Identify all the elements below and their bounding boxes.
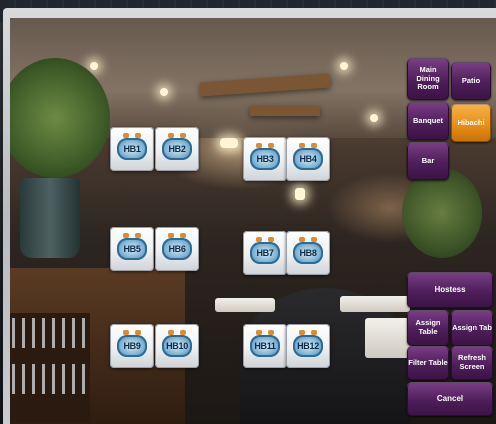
table-hb12-button[interactable]: HB12 xyxy=(286,324,330,368)
table-label: HB4 xyxy=(299,154,317,164)
assign-table-button[interactable]: Assign Table xyxy=(407,310,449,346)
wine-glasses-icon xyxy=(12,318,86,348)
hibachi-table-icon: HB7 xyxy=(250,237,280,264)
ceiling-lamp-icon xyxy=(160,88,168,96)
area-banquet-button[interactable]: Banquet xyxy=(407,102,449,140)
area-patio-button[interactable]: Patio xyxy=(451,62,491,100)
table-hb8-button[interactable]: HB8 xyxy=(286,231,330,275)
ceiling-lamp-icon xyxy=(370,114,378,122)
pendant-lamp-icon xyxy=(295,188,305,200)
table-hb11-button[interactable]: HB11 xyxy=(243,324,287,368)
flower-arrangement-icon xyxy=(402,168,482,258)
table-hb5-button[interactable]: HB5 xyxy=(110,227,154,271)
table-label: HB11 xyxy=(254,341,276,351)
area-main-dining-room-button[interactable]: Main Dining Room xyxy=(407,58,449,100)
hibachi-table-icon: HB1 xyxy=(117,133,147,160)
table-hb2-button[interactable]: HB2 xyxy=(155,127,199,171)
dining-table xyxy=(215,298,275,312)
table-hb6-button[interactable]: HB6 xyxy=(155,227,199,271)
hibachi-table-icon: HB10 xyxy=(162,330,192,357)
table-label: HB7 xyxy=(256,248,274,258)
flower-arrangement-icon xyxy=(10,58,110,178)
table-label: HB10 xyxy=(166,341,188,351)
table-hb9-button[interactable]: HB9 xyxy=(110,324,154,368)
table-label: HB2 xyxy=(168,144,186,154)
hibachi-table-icon: HB6 xyxy=(162,233,192,260)
table-hb10-button[interactable]: HB10 xyxy=(155,324,199,368)
assign-tab-button[interactable]: Assign Tab xyxy=(451,310,493,346)
hibachi-table-icon: HB12 xyxy=(293,330,323,357)
area-bar-button[interactable]: Bar xyxy=(407,142,449,180)
hostess-button[interactable]: Hostess xyxy=(407,272,493,308)
monitor-frame: HB1 HB2 HB3 HB4 HB5 HB6 HB7 HB8 HB9 HB10… xyxy=(0,0,496,424)
hibachi-table-icon: HB11 xyxy=(250,330,280,357)
hibachi-table-icon: HB4 xyxy=(293,143,323,170)
dining-table xyxy=(340,296,410,312)
table-label: HB9 xyxy=(123,341,141,351)
ceiling-lamp-icon xyxy=(340,62,348,70)
table-label: HB3 xyxy=(256,154,274,164)
wine-glasses-icon xyxy=(12,364,86,394)
hibachi-table-icon: HB3 xyxy=(250,143,280,170)
hibachi-table-icon: HB8 xyxy=(293,237,323,264)
refresh-screen-button[interactable]: Refresh Screen xyxy=(451,346,493,380)
table-label: HB12 xyxy=(297,341,319,351)
hibachi-table-icon: HB9 xyxy=(117,330,147,357)
pendant-lamp-icon xyxy=(220,138,238,148)
table-hb1-button[interactable]: HB1 xyxy=(110,127,154,171)
table-hb4-button[interactable]: HB4 xyxy=(286,137,330,181)
table-label: HB1 xyxy=(123,144,141,154)
filter-table-button[interactable]: Filter Table xyxy=(407,346,449,380)
cancel-button[interactable]: Cancel xyxy=(407,382,493,416)
table-label: HB5 xyxy=(123,244,141,254)
ceiling-lamp-icon xyxy=(90,62,98,70)
hibachi-table-icon: HB2 xyxy=(162,133,192,160)
table-label: HB6 xyxy=(168,244,186,254)
table-hb3-button[interactable]: HB3 xyxy=(243,137,287,181)
vase-icon xyxy=(20,178,80,258)
hibachi-table-icon: HB5 xyxy=(117,233,147,260)
table-label: HB8 xyxy=(299,248,317,258)
area-hibachi-button[interactable]: Hibachi xyxy=(451,104,491,142)
ceiling-beam xyxy=(250,106,320,116)
table-hb7-button[interactable]: HB7 xyxy=(243,231,287,275)
